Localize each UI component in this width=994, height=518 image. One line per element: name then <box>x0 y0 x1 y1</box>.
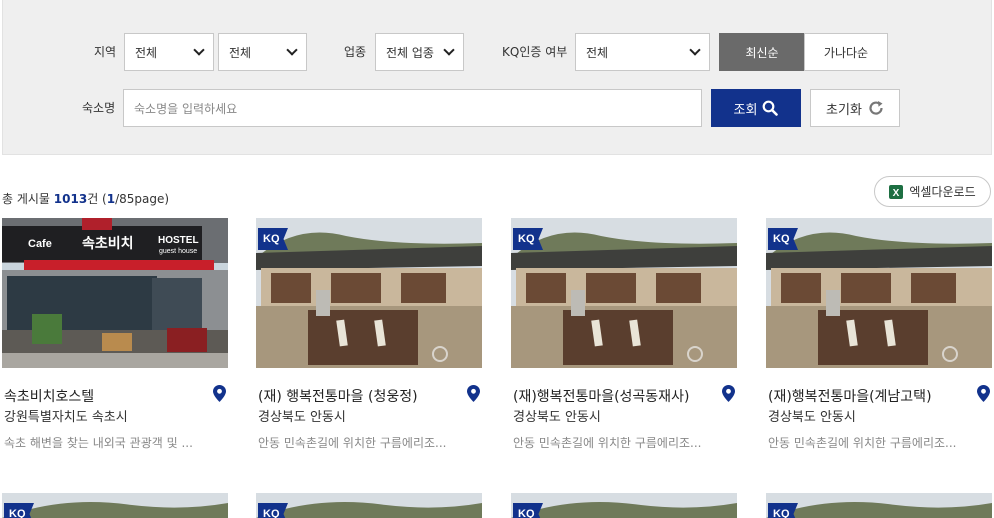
name-search-input[interactable]: 숙소명을 입력하세요 <box>123 89 702 127</box>
listing-card[interactable]: KQ <box>766 493 992 518</box>
result-count-unit: 건 ( <box>87 192 107 206</box>
search-button[interactable]: 조회 <box>711 89 801 127</box>
kq-badge: KQ <box>768 503 798 518</box>
name-search-placeholder: 숙소명을 입력하세요 <box>134 101 238 116</box>
kq-select[interactable]: 전체 <box>575 33 710 71</box>
sign-main-text: 속초비치 <box>82 236 134 252</box>
listing-photo: KQ <box>2 493 228 518</box>
listing-title[interactable]: (재) 행복전통마을 (청웅정) <box>258 386 418 406</box>
listing-description: 속초 해변을 찾는 내외국 관광객 및 ... <box>4 436 193 450</box>
kq-badge: KQ <box>4 503 34 518</box>
search-icon <box>763 100 779 116</box>
result-page-total: /85page) <box>115 192 170 206</box>
listing-photo: Cafe 속초비치 HOSTEL guest house <box>2 218 228 368</box>
listing-region: 강원특별자치도 속초시 <box>4 410 128 425</box>
listing-photo: KQ <box>256 493 482 518</box>
kq-badge: KQ <box>258 228 288 250</box>
sign-hostel-text: HOSTEL <box>158 235 199 246</box>
listing-title[interactable]: (재)행복전통마을(성곡동재사) <box>513 386 689 406</box>
business-label: 업종 <box>344 45 367 59</box>
chevron-down-icon <box>443 44 455 56</box>
refresh-icon <box>869 101 883 115</box>
result-count-number: 1013 <box>53 192 88 206</box>
sort-alpha-button[interactable]: 가나다순 <box>804 33 888 71</box>
excel-download-label: 엑셀다운로드 <box>909 185 976 199</box>
sign-guest-text: guest house <box>159 248 197 255</box>
sign-cafe-text: Cafe <box>28 238 52 250</box>
listing-region: 경상북도 안동시 <box>513 410 601 425</box>
excel-icon: X <box>889 184 904 199</box>
chevron-down-icon <box>689 44 701 56</box>
listing-card[interactable]: KQ <box>256 493 482 518</box>
region-select-primary[interactable]: 전체 <box>124 33 214 71</box>
sort-latest-button[interactable]: 최신순 <box>719 33 805 71</box>
chevron-down-icon <box>286 44 298 56</box>
map-pin-icon[interactable] <box>467 385 480 402</box>
listing-region: 경상북도 안동시 <box>258 410 346 425</box>
svg-text:X: X <box>893 188 900 199</box>
listing-card[interactable]: KQ <box>2 493 228 518</box>
kq-badge: KQ <box>513 228 543 250</box>
listing-card[interactable]: KQ <box>511 493 737 518</box>
region-select-primary-value: 전체 <box>135 45 158 60</box>
listing-photo: KQ <box>511 493 737 518</box>
listing-photo: KQ <box>766 218 992 368</box>
map-pin-icon[interactable] <box>977 385 990 402</box>
search-filter-panel: 지역 전체 전체 업종 전체 업종 KQ인증 여부 전체 최신순 가나다순 숙소… <box>2 0 992 155</box>
listing-title[interactable]: 속초비치호스텔 <box>4 386 94 406</box>
kq-label: KQ인증 여부 <box>502 45 568 59</box>
listing-photo: KQ <box>511 218 737 368</box>
listing-description: 안동 민속촌길에 위치한 구름에리조... <box>768 436 957 450</box>
name-label: 숙소명 <box>82 101 116 115</box>
region-select-secondary[interactable]: 전체 <box>218 33 307 71</box>
reset-button-label: 초기화 <box>826 102 862 118</box>
excel-download-button[interactable]: X 엑셀다운로드 <box>874 176 991 207</box>
listing-photo: KQ <box>256 218 482 368</box>
map-pin-icon[interactable] <box>213 385 226 402</box>
result-count: 총 게시물 1013건 (1/85page) <box>2 190 169 207</box>
listing-photo: KQ <box>766 493 992 518</box>
reset-button[interactable]: 초기화 <box>810 89 900 127</box>
region-label: 지역 <box>94 45 117 59</box>
business-select-value: 전체 업종 <box>386 45 434 60</box>
result-page-current: 1 <box>106 192 116 206</box>
search-button-label: 조회 <box>733 102 758 118</box>
region-select-secondary-value: 전체 <box>229 45 252 60</box>
kq-badge: KQ <box>258 503 288 518</box>
kq-badge: KQ <box>768 228 798 250</box>
business-select[interactable]: 전체 업종 <box>375 33 464 71</box>
listing-title[interactable]: (재)행복전통마을(계남고택) <box>768 386 932 406</box>
chevron-down-icon <box>193 44 205 56</box>
listing-description: 안동 민속촌길에 위치한 구름에리조... <box>513 436 702 450</box>
listing-region: 경상북도 안동시 <box>768 410 856 425</box>
kq-select-value: 전체 <box>586 45 609 60</box>
kq-badge: KQ <box>513 503 543 518</box>
listing-description: 안동 민속촌길에 위치한 구름에리조... <box>258 436 447 450</box>
map-pin-icon[interactable] <box>722 385 735 402</box>
result-count-prefix: 총 게시물 <box>2 192 54 206</box>
